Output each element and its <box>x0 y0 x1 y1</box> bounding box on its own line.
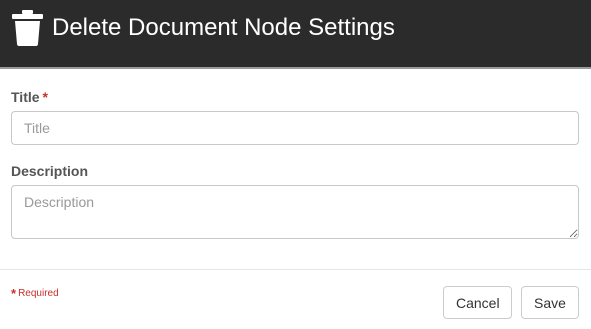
required-note-asterisk: * <box>11 286 17 301</box>
title-input[interactable] <box>11 111 579 145</box>
title-label: Title * <box>11 88 48 106</box>
trash-icon <box>12 10 43 46</box>
description-label: Description <box>11 163 89 179</box>
footer-divider <box>0 269 591 270</box>
save-button[interactable]: Save <box>521 286 579 319</box>
required-asterisk: * <box>42 89 48 105</box>
dialog-header: Delete Document Node Settings <box>0 0 591 69</box>
dialog-title: Delete Document Node Settings <box>52 14 395 41</box>
required-note-text: Required <box>18 288 59 299</box>
required-note: * Required <box>11 287 59 301</box>
description-textarea[interactable] <box>11 185 579 239</box>
title-label-text: Title <box>11 89 40 105</box>
delete-document-node-settings-dialog: Delete Document Node Settings Title* Des… <box>0 0 591 329</box>
cancel-button[interactable]: Cancel <box>443 286 512 319</box>
